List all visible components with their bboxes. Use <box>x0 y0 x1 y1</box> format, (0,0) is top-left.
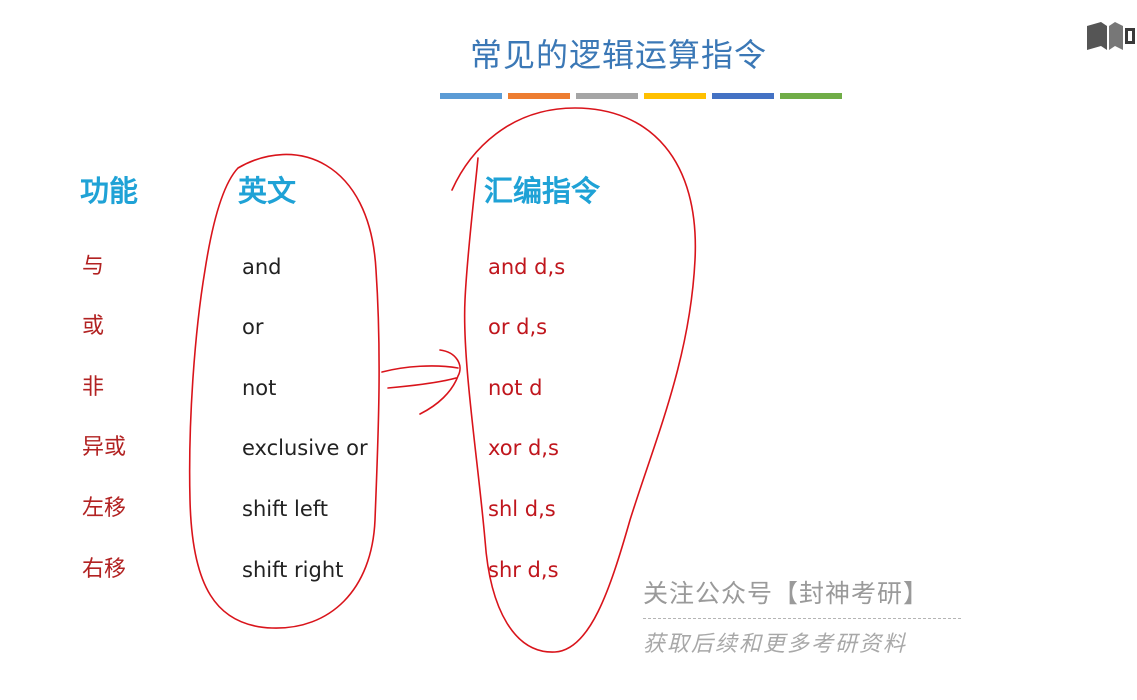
english-cell-shl: shift left <box>242 497 329 521</box>
watermark-divider <box>643 618 961 619</box>
assembly-cell-shr: shr d,s <box>488 558 559 582</box>
assembly-cell-xor: xor d,s <box>488 436 559 460</box>
title-color-bars <box>440 93 842 99</box>
header-function: 功能 <box>80 174 139 208</box>
english-cell-or: or <box>242 315 264 339</box>
function-cell-shl: 左移 <box>82 496 127 521</box>
arrow-head-ink <box>419 349 461 415</box>
color-bar-yellow <box>644 93 706 99</box>
watermark-follow-text: 关注公众号【封神考研】 <box>643 579 930 608</box>
function-cell-or: 或 <box>82 314 105 339</box>
header-english: 英文 <box>238 174 297 208</box>
book-logo-icon <box>1085 20 1137 54</box>
handwritten-annotations <box>188 107 697 653</box>
english-cell-shr: shift right <box>242 558 344 582</box>
assembly-cell-shl: shl d,s <box>488 497 556 521</box>
function-cell-xor: 异或 <box>82 435 127 460</box>
color-bar-green <box>780 93 842 99</box>
english-cell-xor: exclusive or <box>242 436 368 460</box>
function-cell-and: 与 <box>82 254 105 279</box>
color-bar-gray <box>576 93 638 99</box>
arrow-shaft-ink <box>381 365 459 373</box>
arrow-shaft-ink-lower <box>387 377 457 389</box>
function-cell-shr: 右移 <box>82 557 127 582</box>
watermark-resources-text: 获取后续和更多考研资料 <box>643 632 908 657</box>
english-cell-and: and <box>242 255 282 279</box>
english-cell-not: not <box>242 376 277 400</box>
slide-title: 常见的逻辑运算指令 <box>470 36 768 74</box>
function-cell-not: 非 <box>82 375 105 400</box>
color-bar-blue <box>440 93 502 99</box>
color-bar-darkblue <box>712 93 774 99</box>
assembly-cell-and: and d,s <box>488 255 566 279</box>
color-bar-orange <box>508 93 570 99</box>
header-assembly: 汇编指令 <box>484 174 601 208</box>
assembly-cell-or: or d,s <box>488 315 548 339</box>
assembly-cell-not: not d <box>488 376 543 400</box>
